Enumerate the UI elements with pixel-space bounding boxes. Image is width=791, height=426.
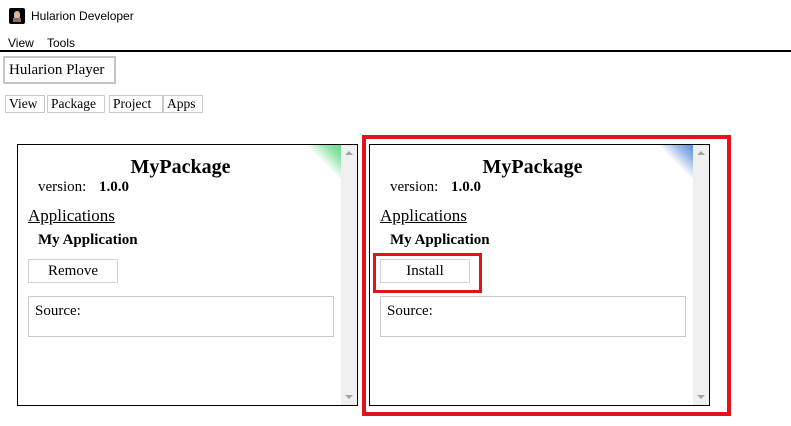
menu-view[interactable]: View — [8, 36, 34, 50]
vertical-scrollbar[interactable] — [341, 145, 357, 405]
tab-view[interactable]: View — [5, 95, 45, 113]
app-icon — [9, 8, 25, 24]
window-title: Hularion Developer — [31, 9, 134, 23]
menu-tools[interactable]: Tools — [47, 36, 75, 50]
source-label: Source: — [35, 303, 81, 319]
highlight-install-button — [373, 253, 482, 293]
scroll-up-icon[interactable] — [345, 151, 353, 155]
package-card-installed: MyPackage version: 1.0.0 Applications My… — [17, 144, 358, 406]
hularion-player-button[interactable]: Hularion Player — [3, 56, 116, 84]
remove-button[interactable]: Remove — [28, 259, 118, 283]
applications-link[interactable]: Applications — [28, 206, 115, 226]
version-value: 1.0.0 — [99, 179, 129, 195]
tab-package[interactable]: Package — [47, 95, 105, 113]
version-label: version: — [38, 179, 87, 195]
package-name: MyPackage — [130, 156, 231, 178]
scroll-down-icon[interactable] — [345, 395, 353, 399]
tab-project[interactable]: Project — [109, 95, 163, 113]
tab-apps[interactable]: Apps — [163, 95, 203, 113]
application-name: My Application — [38, 232, 138, 248]
menu-bar: View Tools — [0, 34, 791, 52]
source-box: Source: — [28, 296, 334, 337]
title-bar: Hularion Developer — [0, 0, 791, 33]
